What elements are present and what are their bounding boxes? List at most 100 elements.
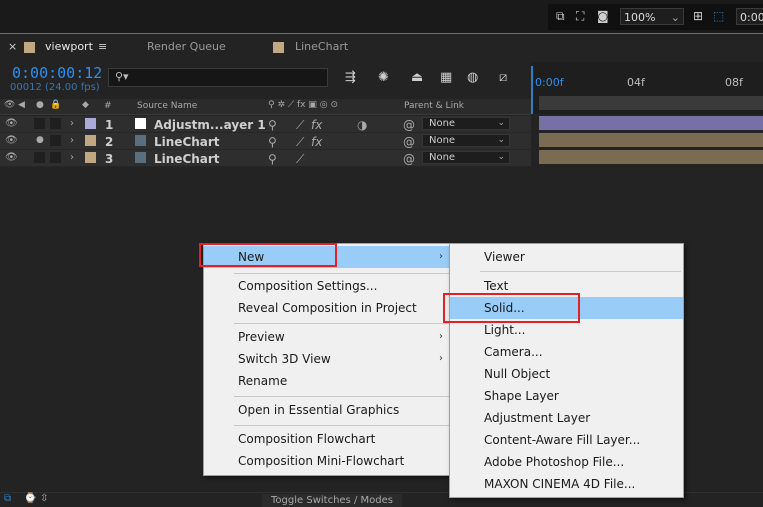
pickwhip-icon[interactable]: @ [403, 118, 415, 132]
toggle-switches-button[interactable]: Toggle Switches / Modes [262, 494, 402, 507]
column-parent: Parent & Link [404, 101, 464, 111]
close-icon[interactable]: × [8, 40, 17, 53]
submenu-item-viewer[interactable]: Viewer [450, 246, 683, 268]
audio-dot[interactable]: ● [36, 135, 44, 145]
submenu-arrow-icon: › [439, 331, 443, 342]
submenu-item-camera[interactable]: Camera... [450, 341, 683, 363]
shy-switch-icon[interactable]: ⚲ [268, 118, 277, 132]
label-swatch[interactable] [85, 135, 96, 146]
layer-bar[interactable] [539, 133, 763, 147]
quality-switch[interactable]: ⟋ [296, 135, 304, 150]
solo-box[interactable] [34, 118, 45, 129]
comp-icon [135, 135, 146, 146]
tab-render-queue[interactable]: Render Queue [147, 40, 226, 53]
hamburger-icon[interactable]: ≡ [98, 40, 107, 53]
time-indicator[interactable] [531, 66, 533, 114]
layer-bar[interactable] [539, 150, 763, 164]
eye-icon[interactable]: 👁 [5, 152, 18, 163]
pickwhip-icon[interactable]: @ [403, 135, 415, 149]
tab-linechart[interactable]: LineChart [295, 40, 348, 53]
layer-search-input[interactable]: ⚲▾ [108, 68, 328, 87]
menu-item-switch-3d-view[interactable]: Switch 3D View › [204, 348, 451, 370]
audio-icon[interactable]: ◀ [18, 100, 25, 110]
menu-separator [480, 271, 681, 272]
layer-row[interactable]: 👁 ● › 2 LineChart ⚲ ⟋ fx @ None ⌄ [0, 133, 531, 150]
menu-item-essential-graphics[interactable]: Open in Essential Graphics [204, 399, 451, 421]
eye-icon[interactable]: 👁 [5, 118, 18, 129]
menu-item-comp-flowchart[interactable]: Composition Flowchart [204, 428, 451, 450]
resolution-icon[interactable]: ⧉ [556, 9, 565, 24]
twirl-icon[interactable]: › [70, 152, 74, 163]
parent-dropdown[interactable]: None ⌄ [422, 134, 510, 147]
layer-num: 1 [105, 118, 114, 132]
submenu-item-cinema4d-file[interactable]: MAXON CINEMA 4D File... [450, 473, 683, 495]
lock-box[interactable] [50, 152, 61, 163]
menu-item-rename[interactable]: Rename [204, 370, 451, 392]
layer-column-header: 👁 ◀ ● 🔒 ◆ # Source Name ⚲ ✲ ⟋ fx ▣ ◎ ⊙ P… [0, 99, 531, 115]
ruler-label: 04f [627, 76, 645, 89]
label-swatch[interactable] [85, 118, 96, 129]
menu-item-reveal-comp[interactable]: Reveal Composition in Project [204, 297, 451, 319]
current-time[interactable]: 0:00:00:12 [12, 64, 102, 82]
zoom-dropdown[interactable]: 100% ⌄ [620, 8, 684, 25]
submenu-item-content-aware-fill[interactable]: Content-Aware Fill Layer... [450, 429, 683, 451]
eye-icon[interactable]: 👁 [4, 100, 15, 110]
render-time-icon[interactable]: ⌚ [24, 493, 36, 504]
chevron-down-icon: ⌄ [670, 11, 680, 24]
label-swatch[interactable] [85, 152, 96, 163]
adjustment-switch-icon[interactable]: ◑ [357, 118, 367, 132]
fx-switch-icon[interactable]: fx [311, 118, 322, 132]
menu-item-comp-settings[interactable]: Composition Settings... [204, 275, 451, 297]
lock-box[interactable] [50, 135, 61, 146]
ruler-label: 0:00f [535, 76, 564, 89]
lock-box[interactable] [50, 118, 61, 129]
layer-num: 3 [105, 152, 114, 166]
eye-icon[interactable]: 👁 [5, 135, 18, 146]
work-area-bar[interactable] [539, 96, 763, 110]
layer-row[interactable]: 👁 › 3 LineChart ⚲ ⟋ @ None ⌄ [0, 150, 531, 167]
tab-viewport[interactable]: viewport [45, 40, 93, 53]
expand-icon[interactable]: ⇳ [40, 493, 48, 504]
solo-icon[interactable]: ● [36, 100, 44, 110]
twirl-icon[interactable]: › [70, 135, 74, 146]
shy-switch-icon[interactable]: ⚲ [268, 152, 277, 166]
motion-blur-icon[interactable]: ◍ [467, 70, 478, 85]
graph-editor-icon[interactable]: ⧄ [499, 70, 507, 85]
layer-name[interactable]: LineChart [154, 135, 220, 149]
layer-bar[interactable] [539, 116, 763, 130]
quality-switch[interactable]: ⟋ [296, 152, 304, 167]
shy-switch-icon[interactable]: ⚲ [268, 135, 277, 149]
chevron-down-icon: ⌄ [497, 135, 505, 145]
lock-icon[interactable]: 🔒 [50, 100, 61, 110]
submenu-item-adjustment-layer[interactable]: Adjustment Layer [450, 407, 683, 429]
solo-box[interactable] [34, 152, 45, 163]
quality-switch[interactable]: ⟋ [296, 118, 304, 133]
shy-icon[interactable]: ⏏ [411, 70, 423, 85]
submenu-item-shape-layer[interactable]: Shape Layer [450, 385, 683, 407]
pickwhip-icon[interactable]: @ [403, 152, 415, 166]
draft-3d-icon[interactable]: ✺ [378, 70, 389, 85]
layer-row[interactable]: 👁 › 1 Adjustm...ayer 1 ⚲ ⟋ fx ◑ @ None ⌄ [0, 116, 531, 133]
fx-switch-icon[interactable]: fx [311, 135, 322, 149]
layer-name[interactable]: Adjustm...ayer 1 [154, 118, 266, 132]
region-icon[interactable]: ⬚ [713, 9, 724, 23]
menu-item-comp-mini-flowchart[interactable]: Composition Mini-Flowchart [204, 450, 451, 472]
twirl-icon[interactable]: › [70, 118, 74, 129]
fit-icon[interactable]: ⊞ [693, 9, 703, 23]
submenu-item-photoshop-file[interactable]: Adobe Photoshop File... [450, 451, 683, 473]
viewer-timecode[interactable]: 0:00 [736, 8, 763, 25]
comp-button-icon[interactable]: ⧉ [4, 493, 11, 504]
layer-name[interactable]: LineChart [154, 152, 220, 166]
flowchart-icon[interactable]: ⇶ [345, 70, 356, 85]
parent-dropdown[interactable]: None ⌄ [422, 151, 510, 164]
submenu-item-null-object[interactable]: Null Object [450, 363, 683, 385]
parent-dropdown[interactable]: None ⌄ [422, 117, 510, 130]
frame-blend-icon[interactable]: ▦ [440, 70, 452, 85]
label-icon[interactable]: ◆ [82, 100, 89, 110]
snapshot-icon[interactable]: ⛶ [576, 9, 584, 24]
callout-solid [443, 293, 580, 323]
panel-tabs: × viewport ≡ Render Queue LineChart [0, 33, 763, 61]
column-source-name[interactable]: Source Name [137, 101, 197, 111]
vr-icon[interactable]: ◙ [597, 9, 609, 23]
menu-item-preview[interactable]: Preview › [204, 326, 451, 348]
